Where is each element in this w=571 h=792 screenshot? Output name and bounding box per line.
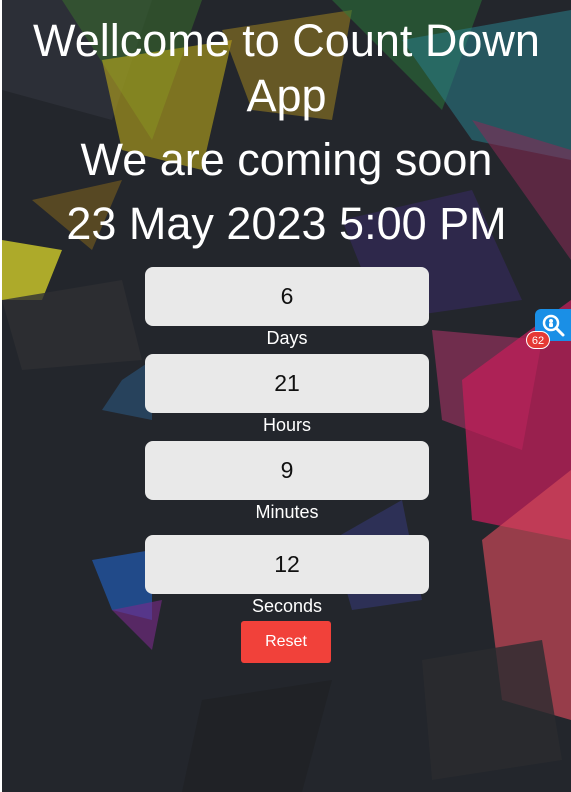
days-unit: 6 Days [145,267,429,348]
hours-value: 21 [145,354,429,413]
seconds-unit: 12 Seconds [145,535,429,616]
minutes-unit: 9 Minutes [145,441,429,522]
extension-badge: 62 [526,331,550,349]
target-date: 23 May 2023 5:00 PM [66,198,507,249]
minutes-value: 9 [145,441,429,500]
days-label: Days [266,328,308,348]
reset-button[interactable]: Reset [241,621,331,663]
seconds-label: Seconds [251,596,323,616]
page-title: Wellcome to Count Down App [33,15,540,121]
subtitle: We are coming soon [80,134,493,185]
hours-label: Hours [262,415,311,435]
countdown-page: Wellcome to Count Down App We are coming… [2,0,571,792]
days-value: 6 [145,267,429,326]
seconds-value: 12 [145,535,429,594]
minutes-label: Minutes [255,502,319,522]
hours-unit: 21 Hours [145,354,429,435]
main-content: Wellcome to Count Down App We are coming… [2,0,571,251]
